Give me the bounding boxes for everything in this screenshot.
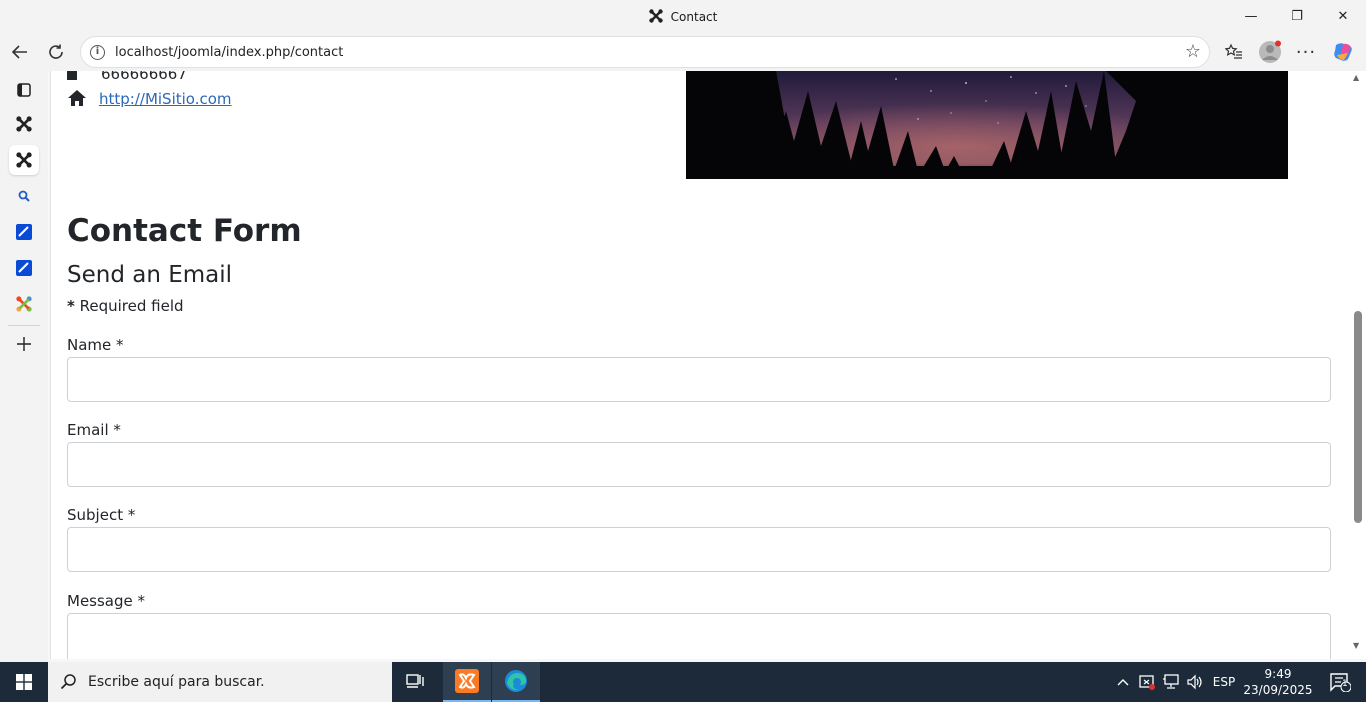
site-info-icon[interactable]: i bbox=[90, 45, 105, 60]
phone-icon bbox=[67, 71, 77, 80]
taskbar-edge-app[interactable] bbox=[492, 662, 540, 702]
joomla-icon-active bbox=[16, 152, 32, 168]
tray-volume-button[interactable] bbox=[1184, 662, 1206, 702]
browser-toolbar: i localhost/joomla/index.php/contact ☆ ·… bbox=[0, 33, 1366, 71]
sidebar-joomla-button[interactable] bbox=[9, 109, 39, 139]
ellipsis-icon: ··· bbox=[1295, 41, 1317, 63]
sidebar-tabs-button[interactable] bbox=[9, 75, 39, 105]
xampp-icon bbox=[455, 669, 479, 693]
message-textarea[interactable] bbox=[67, 613, 1331, 659]
sidebar-joomla-active-button[interactable] bbox=[9, 145, 39, 175]
tray-language[interactable]: ESP bbox=[1208, 662, 1240, 702]
tabs-icon bbox=[17, 83, 31, 97]
more-options-button[interactable]: ··· bbox=[1292, 38, 1320, 66]
sidebar-separator bbox=[8, 325, 40, 326]
sidebar-app-2-button[interactable] bbox=[9, 253, 39, 283]
address-bar[interactable]: i localhost/joomla/index.php/contact ☆ bbox=[80, 36, 1210, 68]
search-icon bbox=[18, 190, 30, 202]
address-url[interactable]: localhost/joomla/index.php/contact bbox=[115, 45, 343, 60]
task-view-icon bbox=[406, 674, 424, 688]
sidebar-app-1-button[interactable] bbox=[9, 217, 39, 247]
task-view-button[interactable] bbox=[392, 662, 440, 702]
page-scrollbar[interactable]: ▲ ▼ bbox=[1349, 71, 1366, 659]
name-label: Name * bbox=[67, 336, 124, 354]
app-icon-1 bbox=[16, 224, 32, 240]
edge-icon bbox=[505, 670, 527, 692]
scroll-down-icon[interactable]: ▼ bbox=[1353, 641, 1359, 650]
tray-show-hidden-button[interactable] bbox=[1112, 662, 1134, 702]
back-arrow-icon bbox=[11, 45, 27, 59]
contact-phone-text: 666666667 bbox=[101, 71, 187, 83]
email-label: Email * bbox=[67, 421, 121, 439]
required-star: * bbox=[67, 297, 75, 315]
start-button[interactable] bbox=[0, 662, 48, 702]
contact-website: http://MiSitio.com bbox=[67, 89, 232, 111]
required-field-note: * Required field bbox=[67, 297, 184, 315]
favorites-list-icon bbox=[1225, 43, 1242, 59]
windows-taskbar: Escribe aquí para buscar. ESP 9:49 23/09… bbox=[0, 662, 1366, 702]
add-icon bbox=[17, 337, 31, 351]
contact-form-heading: Contact Form bbox=[67, 213, 302, 249]
clock-time: 9:49 bbox=[1264, 667, 1292, 681]
tray-clock[interactable]: 9:49 23/09/2025 bbox=[1240, 666, 1316, 698]
refresh-button[interactable] bbox=[42, 38, 70, 66]
chevron-up-icon bbox=[1117, 679, 1129, 686]
back-button[interactable] bbox=[6, 38, 34, 66]
windows-logo-icon bbox=[16, 674, 32, 690]
taskbar-search-box[interactable]: Escribe aquí para buscar. bbox=[48, 662, 392, 702]
required-field-text: Required field bbox=[74, 297, 184, 315]
favorites-button[interactable] bbox=[1220, 38, 1248, 66]
close-button[interactable]: ✕ bbox=[1320, 0, 1366, 33]
scroll-up-icon[interactable]: ▲ bbox=[1353, 73, 1359, 82]
restore-button[interactable]: ❐ bbox=[1274, 0, 1320, 33]
subject-label: Subject * bbox=[67, 506, 136, 524]
scrollbar-thumb[interactable] bbox=[1354, 311, 1362, 523]
website-link[interactable]: http://MiSitio.com bbox=[99, 90, 232, 108]
taskbar-xampp-app[interactable] bbox=[443, 662, 491, 702]
browser-sidebar bbox=[0, 71, 48, 662]
contact-phone: 666666667 bbox=[67, 71, 187, 83]
copilot-button[interactable] bbox=[1329, 38, 1357, 66]
clock-date: 23/09/2025 bbox=[1243, 683, 1313, 697]
joomla-tab-icon bbox=[648, 9, 663, 23]
restore-icon: ❐ bbox=[1291, 9, 1303, 24]
sidebar-search-button[interactable] bbox=[9, 181, 39, 211]
app-icon-2 bbox=[16, 260, 32, 276]
tray-app-icon bbox=[1139, 675, 1155, 690]
profile-button[interactable] bbox=[1256, 38, 1284, 66]
window-title-text: Contact bbox=[670, 10, 718, 24]
favorite-star-icon[interactable]: ☆ bbox=[1185, 41, 1201, 62]
window-title: Contact bbox=[0, 9, 1366, 24]
notification-count: 1 bbox=[1342, 679, 1348, 689]
refresh-icon bbox=[49, 44, 63, 59]
joomla-icon bbox=[16, 116, 32, 132]
email-input[interactable] bbox=[67, 442, 1331, 487]
minimize-button[interactable]: — bbox=[1228, 0, 1274, 33]
notifications-button[interactable]: 1 bbox=[1320, 662, 1360, 702]
minimize-icon: — bbox=[1244, 9, 1258, 24]
subject-input[interactable] bbox=[67, 527, 1331, 572]
home-icon bbox=[67, 89, 87, 111]
network-icon bbox=[1163, 674, 1179, 689]
taskbar-search-placeholder: Escribe aquí para buscar. bbox=[88, 674, 265, 690]
page-content: 666666667 http://MiSitio.com Contact For… bbox=[50, 71, 1349, 659]
name-input[interactable] bbox=[67, 357, 1331, 402]
window-titlebar: Contact — ❐ ✕ bbox=[0, 0, 1366, 33]
sidebar-add-button[interactable] bbox=[9, 329, 39, 359]
profile-avatar-icon bbox=[1259, 40, 1281, 63]
volume-icon bbox=[1187, 674, 1202, 690]
joomla-color-icon bbox=[16, 296, 32, 312]
sidebar-joomla-color-button[interactable] bbox=[9, 289, 39, 319]
hero-image bbox=[686, 71, 1288, 179]
tray-app-button[interactable] bbox=[1136, 662, 1158, 702]
search-icon bbox=[60, 674, 76, 690]
message-label: Message * bbox=[67, 592, 146, 610]
copilot-icon bbox=[1334, 43, 1352, 61]
tray-network-button[interactable] bbox=[1160, 662, 1182, 702]
close-icon: ✕ bbox=[1337, 9, 1349, 24]
send-email-heading: Send an Email bbox=[67, 262, 233, 288]
